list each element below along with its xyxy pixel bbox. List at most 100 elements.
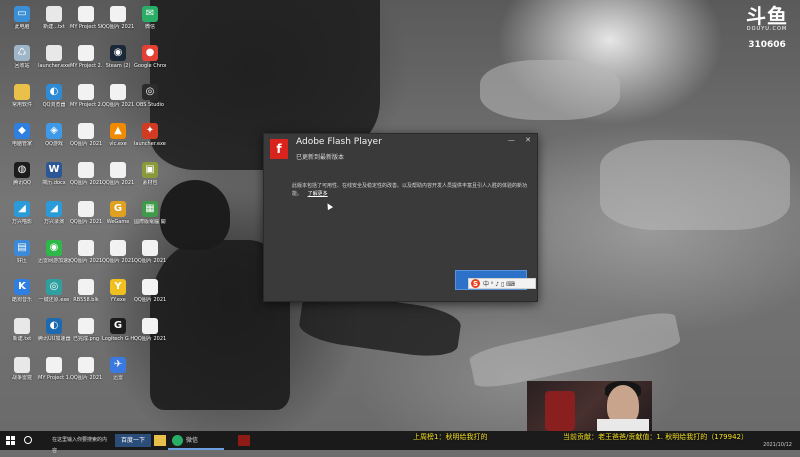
- text-file-icon[interactable]: 新建...txt: [38, 2, 70, 42]
- desktop-icon-glyph: ◢: [14, 201, 30, 217]
- minimize-button[interactable]: —: [508, 136, 515, 144]
- close-button[interactable]: ✕: [525, 136, 531, 144]
- desktop-icon-glyph: [78, 84, 94, 100]
- dialog-header: f Adobe Flash Player 已更新到最新版本 — ✕: [264, 134, 537, 164]
- image-file-icon[interactable]: QQ图片 2021...: [102, 80, 134, 120]
- desktop-icon-glyph: W: [46, 162, 62, 178]
- desktop-icon-label: QQ图片 2021...: [102, 258, 134, 264]
- launcher-icon[interactable]: ✦ launcher.exe (2): [134, 119, 166, 159]
- accelerator-icon[interactable]: ◉ 迅雷网游加速器: [38, 236, 70, 276]
- image-file-icon[interactable]: QQ图片 2021...: [70, 236, 102, 276]
- desktop-icon-label: QQ浏览器: [42, 102, 66, 108]
- desktop-icon-label: 國際版電腦 開打遊戲: [134, 219, 166, 225]
- qq-game-icon[interactable]: ◈ QQ游戏: [38, 119, 70, 159]
- restore-icon[interactable]: ◎ 一键还原.exe: [38, 275, 70, 315]
- desktop-icon-label: 腾讯UU加速器: [38, 336, 70, 342]
- learn-more-link[interactable]: 了解更多: [308, 191, 328, 197]
- desktop-icon-glyph: [46, 45, 62, 61]
- file-icon[interactable]: MY Project Steam: [70, 2, 102, 42]
- dialog-body: 此版本包括了可用性、在线安全及稳定性的改善。以及帮助内容开发人员提供丰富且引人入…: [292, 182, 532, 198]
- app-icon[interactable]: ◢ 万兴喵影: [6, 197, 38, 237]
- desktop-icon-glyph: ◢: [46, 201, 62, 217]
- windows-start-icon[interactable]: [6, 436, 15, 445]
- desktop-icon-label: MY Project 2.9thumb: [70, 63, 102, 69]
- logitech-icon[interactable]: G Logitech G HUB: [102, 314, 134, 354]
- desktop-icon-label: 迅雷网游加速器: [38, 258, 70, 264]
- image-file-icon[interactable]: QQ图片 2021...: [134, 236, 166, 276]
- douyu-logo: 斗鱼: [746, 4, 788, 28]
- desktop-icon-glyph: ✦: [142, 123, 158, 139]
- image-file-icon[interactable]: QQ图片 2021...: [134, 275, 166, 315]
- ime-tools[interactable]: 中 ⁰ ♪ ▯ ⌨: [483, 279, 515, 288]
- obs-icon[interactable]: ◎ OBS Studio: [134, 80, 166, 120]
- steam-icon[interactable]: ◉ Steam (2): [102, 41, 134, 81]
- desktop-icon-label: Logitech G HUB: [102, 336, 134, 342]
- image-file-icon[interactable]: QQ图片 2021...: [134, 314, 166, 354]
- desktop-icon-glyph: [110, 6, 126, 22]
- desktop-icon-label: Google Chrome: [134, 63, 166, 69]
- file-icon[interactable]: MY Project 1.5thumb: [38, 353, 70, 393]
- ime-toolbar[interactable]: S 中 ⁰ ♪ ▯ ⌨: [468, 278, 536, 289]
- image-file-icon[interactable]: 已完成.png: [70, 314, 102, 354]
- desktop-icon-glyph: [110, 162, 126, 178]
- file-explorer-icon[interactable]: [154, 435, 166, 446]
- desktop-icon-label: QQ图片 2021...: [70, 141, 102, 147]
- wegame-icon[interactable]: G WeGame: [102, 197, 134, 237]
- app-icon[interactable]: ◢ 万兴录演: [38, 197, 70, 237]
- desktop-icon-glyph: ▦: [142, 201, 158, 217]
- archive-icon[interactable]: ▣ 素材包: [134, 158, 166, 198]
- file-icon[interactable]: RB558.blk: [70, 275, 102, 315]
- image-file-icon[interactable]: QQ图片 2021...: [70, 158, 102, 198]
- image-file-icon[interactable]: QQ图片 2021...: [70, 197, 102, 237]
- image-file-icon[interactable]: QQ图片 2021...: [102, 158, 134, 198]
- desktop-icon-glyph: [142, 279, 158, 295]
- search-icon[interactable]: [24, 436, 32, 444]
- recycle-bin-icon[interactable]: ♺ 回收站: [6, 41, 38, 81]
- pc-manager-icon[interactable]: ◆ 电脑管家: [6, 119, 38, 159]
- yy-icon[interactable]: Y YY.exe: [102, 275, 134, 315]
- desktop-icon-grid: ▭此电脑新建...txtMY Project SteamQQ图片 2021...…: [0, 0, 166, 430]
- desktop-icon-glyph: [46, 6, 62, 22]
- file-icon[interactable]: MY Project 2.wfe: [70, 80, 102, 120]
- image-file-icon[interactable]: QQ图片 2021...: [70, 119, 102, 159]
- desktop-icon-label: 万兴喵影: [11, 219, 32, 225]
- desktop-icon-glyph: G: [110, 318, 126, 334]
- kugou-icon[interactable]: K 酷狗音乐: [6, 275, 38, 315]
- baidu-search-button[interactable]: 百度一下: [115, 434, 151, 447]
- desktop-icon-glyph: ◐: [46, 318, 62, 334]
- desktop-icon-glyph: [78, 318, 94, 334]
- image-file-icon[interactable]: QQ图片 2021...: [102, 2, 134, 42]
- folder-icon[interactable]: 常用软件: [6, 80, 38, 120]
- chrome-icon[interactable]: ● Google Chrome: [134, 41, 166, 81]
- taskbar-flash-icon[interactable]: [238, 435, 250, 446]
- qq-browser-icon[interactable]: ◐ QQ浏览器: [38, 80, 70, 120]
- word-doc-icon[interactable]: W 简历.docx: [38, 158, 70, 198]
- desktop-icon-glyph: [46, 357, 62, 373]
- vlc-icon[interactable]: ▲ vlc.exe: [102, 119, 134, 159]
- image-file-icon[interactable]: QQ图片 2021...: [70, 353, 102, 393]
- game-icon[interactable]: ▦ 國際版電腦 開打遊戲: [134, 197, 166, 237]
- desktop-icon-glyph: [110, 84, 126, 100]
- desktop-icon-glyph: [142, 240, 158, 256]
- desktop-icon-label: QQ图片 2021...: [70, 180, 102, 186]
- desktop-icon-glyph: ◈: [46, 123, 62, 139]
- taskbar-wechat-icon[interactable]: [172, 435, 183, 446]
- desktop-icon-label: QQ图片 2021...: [70, 375, 102, 381]
- file-icon[interactable]: 战争雷霆: [6, 353, 38, 393]
- zip-icon[interactable]: ▤ 好压: [6, 236, 38, 276]
- desktop-icon-glyph: ◎: [46, 279, 62, 295]
- exe-file-icon[interactable]: launcher.exe: [38, 41, 70, 81]
- image-file-icon[interactable]: QQ图片 2021...: [102, 236, 134, 276]
- desktop-icon-glyph: [78, 123, 94, 139]
- uu-icon[interactable]: ◐ 腾讯UU加速器: [38, 314, 70, 354]
- gaming-chair: [545, 391, 575, 431]
- file-icon[interactable]: MY Project 2.9thumb: [70, 41, 102, 81]
- text-file-icon[interactable]: 新建.txt: [6, 314, 38, 354]
- taskbar-wechat-label[interactable]: 微信: [186, 435, 198, 446]
- this-pc-icon[interactable]: ▭ 此电脑: [6, 2, 38, 42]
- xunlei-icon[interactable]: ✈ 迅雷: [102, 353, 134, 393]
- qq-icon[interactable]: ◍ 腾讯QQ: [6, 158, 38, 198]
- sogou-ime-icon[interactable]: S: [471, 279, 480, 288]
- wechat-icon[interactable]: ✉ 微信: [134, 2, 166, 42]
- taskbar-search-input[interactable]: 在这里输入你要搜索的内容: [52, 435, 107, 454]
